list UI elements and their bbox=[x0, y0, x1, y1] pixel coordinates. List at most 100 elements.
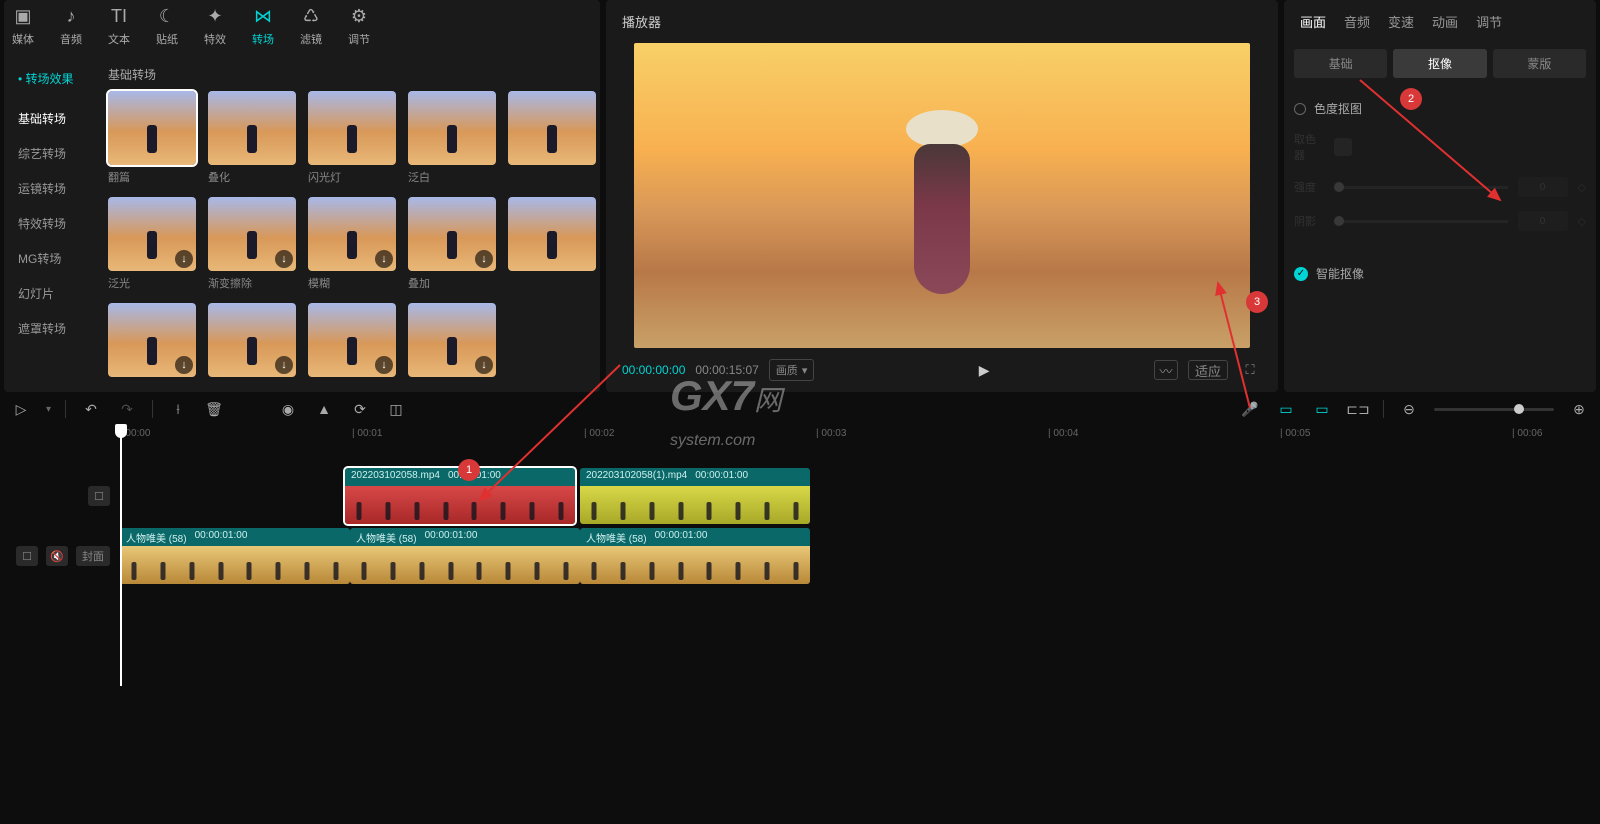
tab-icon: ▣ bbox=[12, 6, 34, 28]
property-tab-变速[interactable]: 变速 bbox=[1388, 12, 1414, 31]
transition-item[interactable]: ↓ 泛光 bbox=[108, 197, 196, 291]
clip-bot-3[interactable]: 人物唯美 (58)00:00:01:00 bbox=[580, 528, 810, 584]
cover-button[interactable]: 封面 bbox=[76, 546, 110, 566]
fit-button[interactable]: 适应 bbox=[1188, 360, 1228, 380]
play-button[interactable]: ▶ bbox=[970, 356, 998, 384]
sidebar-item-基础转场[interactable]: 基础转场 bbox=[4, 101, 100, 136]
transition-label: 叠化 bbox=[208, 169, 296, 185]
transition-label: 叠加 bbox=[408, 275, 496, 291]
sidebar-item-综艺转场[interactable]: 综艺转场 bbox=[4, 136, 100, 171]
transition-label: 模糊 bbox=[308, 275, 396, 291]
property-tab-调节[interactable]: 调节 bbox=[1476, 12, 1502, 31]
track-mode-2-icon[interactable]: ▭ bbox=[1311, 398, 1333, 420]
transition-item[interactable]: ↓叠加 bbox=[408, 197, 496, 291]
video-track-1[interactable]: 人物唯美 (58)00:00:01:00 人物唯美 (58)00:00:01:0… bbox=[120, 528, 1600, 584]
transition-label: 泛光 bbox=[108, 275, 196, 291]
main-tab-贴纸[interactable]: ☾贴纸 bbox=[156, 6, 178, 47]
sidebar-item-遮罩转场[interactable]: 遮罩转场 bbox=[4, 311, 100, 346]
split-icon[interactable]: ⟊ bbox=[167, 398, 189, 420]
speed-icon[interactable]: ◉ bbox=[277, 398, 299, 420]
transition-item[interactable]: ↓ bbox=[408, 303, 496, 377]
annotation-2: 2 bbox=[1400, 88, 1422, 110]
color-swatch bbox=[1334, 138, 1352, 156]
track-mute-icon[interactable]: 🔇 bbox=[46, 546, 68, 566]
intensity-slider bbox=[1334, 186, 1508, 189]
video-preview[interactable] bbox=[634, 43, 1250, 348]
annotation-1: 1 bbox=[458, 459, 480, 481]
quality-select[interactable]: 画质 ▾ bbox=[769, 359, 815, 381]
transition-item[interactable]: ↓ bbox=[108, 303, 196, 377]
property-tabs: 画面音频变速动画调节 bbox=[1294, 0, 1586, 43]
clip-bot-1[interactable]: 人物唯美 (58)00:00:01:00 bbox=[120, 528, 350, 584]
subtab-基础[interactable]: 基础 bbox=[1294, 49, 1387, 78]
transition-item[interactable]: ↓ bbox=[208, 303, 296, 377]
zoom-out-icon[interactable]: ⊖ bbox=[1398, 398, 1420, 420]
ruler-tick: | 00:04 bbox=[1048, 428, 1078, 439]
sidebar-item-MG转场[interactable]: MG转场 bbox=[4, 241, 100, 276]
mirror-icon[interactable]: ▲ bbox=[313, 398, 335, 420]
transition-label: 翻篇 bbox=[108, 169, 196, 185]
transition-item[interactable]: ↓ 模糊 bbox=[308, 197, 396, 291]
download-icon: ↓ bbox=[175, 250, 193, 268]
smart-cutout-option[interactable]: ✓ 智能抠像 bbox=[1294, 265, 1586, 282]
subtab-蒙版[interactable]: 蒙版 bbox=[1493, 49, 1586, 78]
tab-icon: ⋈ bbox=[252, 6, 274, 28]
download-icon: ↓ bbox=[375, 250, 393, 268]
transition-label: 闪光灯 bbox=[308, 169, 396, 185]
select-tool-icon[interactable]: ▷ bbox=[10, 398, 32, 420]
clip-top-2[interactable]: 202203102058(1).mp400:00:01:00 bbox=[580, 468, 810, 524]
main-tab-文本[interactable]: TI文本 bbox=[108, 6, 130, 47]
chroma-key-option[interactable]: 色度抠图 bbox=[1294, 100, 1586, 117]
video-track-2[interactable]: 202203102058.mp400:00:01:00 202203102058… bbox=[120, 468, 1600, 524]
transition-categories-sidebar: • 转场效果 基础转场综艺转场运镜转场特效转场MG转场幻灯片遮罩转场 bbox=[4, 52, 100, 392]
undo-icon[interactable]: ↶ bbox=[80, 398, 102, 420]
transition-item[interactable]: 泛白 bbox=[408, 91, 496, 185]
sidebar-item-运镜转场[interactable]: 运镜转场 bbox=[4, 171, 100, 206]
property-tab-音频[interactable]: 音频 bbox=[1344, 12, 1370, 31]
clip-bot-2[interactable]: 人物唯美 (58)00:00:01:00 bbox=[350, 528, 580, 584]
main-tab-媒体[interactable]: ▣媒体 bbox=[12, 6, 34, 47]
property-tab-动画[interactable]: 动画 bbox=[1432, 12, 1458, 31]
timecode-current: 00:00:00:00 bbox=[622, 363, 685, 377]
rotate-icon[interactable]: ⟳ bbox=[349, 398, 371, 420]
zoom-in-icon[interactable]: ⊕ bbox=[1568, 398, 1590, 420]
scope-icon[interactable]: 〰 bbox=[1154, 360, 1178, 380]
delete-icon[interactable]: 🗑 bbox=[203, 398, 225, 420]
transition-item[interactable]: ↓ bbox=[308, 303, 396, 377]
transition-item[interactable]: 翻篇 bbox=[108, 91, 196, 185]
sidebar-item-幻灯片[interactable]: 幻灯片 bbox=[4, 276, 100, 311]
main-tab-特效[interactable]: ✦特效 bbox=[204, 6, 226, 47]
track-toggle-icon[interactable]: ☐ bbox=[16, 546, 38, 566]
transition-item[interactable]: 叠化 bbox=[208, 91, 296, 185]
property-tab-画面[interactable]: 画面 bbox=[1300, 12, 1326, 31]
mic-icon[interactable]: 🎤 bbox=[1239, 398, 1261, 420]
transition-item[interactable] bbox=[508, 91, 596, 185]
sidebar-item-特效转场[interactable]: 特效转场 bbox=[4, 206, 100, 241]
timeline-area: ☐ 202203102058.mp400:00:01:00 2022031020… bbox=[0, 448, 1600, 648]
timecode-duration: 00:00:15:07 bbox=[695, 363, 758, 377]
tab-icon: TI bbox=[108, 6, 130, 28]
main-category-tabs: ▣媒体 ♪音频 TI文本 ☾贴纸 ✦特效 ⋈转场 ♺滤镜 ⚙调节 bbox=[4, 0, 600, 52]
subtab-抠像[interactable]: 抠像 bbox=[1393, 49, 1486, 78]
zoom-slider[interactable] bbox=[1434, 408, 1554, 411]
transition-item[interactable]: ↓渐变擦除 bbox=[208, 197, 296, 291]
reset-icon: ◇ bbox=[1578, 181, 1586, 194]
grid-section-title: 基础转场 bbox=[108, 66, 592, 83]
main-tab-调节[interactable]: ⚙调节 bbox=[348, 6, 370, 47]
tab-icon: ⚙ bbox=[348, 6, 370, 28]
transition-label: 渐变擦除 bbox=[208, 275, 296, 291]
transition-item[interactable] bbox=[508, 197, 596, 291]
crop-icon[interactable]: ◫ bbox=[385, 398, 407, 420]
redo-icon[interactable]: ↷ bbox=[116, 398, 138, 420]
snap-icon[interactable]: ⊏⊐ bbox=[1347, 398, 1369, 420]
main-tab-转场[interactable]: ⋈转场 bbox=[252, 6, 274, 47]
main-tab-音频[interactable]: ♪音频 bbox=[60, 6, 82, 47]
main-tab-滤镜[interactable]: ♺滤镜 bbox=[300, 6, 322, 47]
player-title: 播放器 bbox=[606, 0, 1278, 43]
timeline-ruler[interactable]: | 00:00| 00:01| 00:02| 00:03| 00:04| 00:… bbox=[120, 426, 1600, 448]
track-mode-1-icon[interactable]: ▭ bbox=[1275, 398, 1297, 420]
track-toggle-icon[interactable]: ☐ bbox=[88, 486, 110, 506]
playhead[interactable] bbox=[120, 426, 122, 686]
fullscreen-icon[interactable]: ⛶ bbox=[1238, 360, 1262, 380]
transition-item[interactable]: 闪光灯 bbox=[308, 91, 396, 185]
